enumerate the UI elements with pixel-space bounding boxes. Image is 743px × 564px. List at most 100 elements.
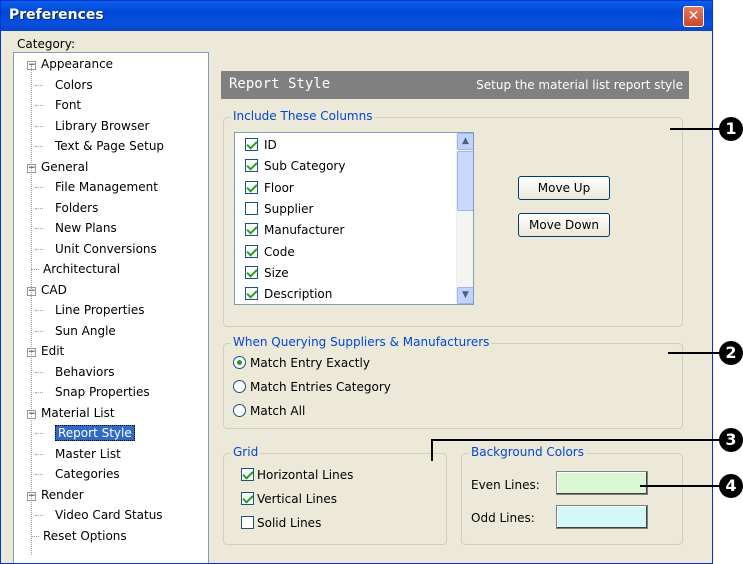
query-radio-option[interactable]: Match Entry Exactly <box>233 353 370 373</box>
callout-3-drop <box>431 439 433 461</box>
title-bar[interactable]: Preferences ✕ <box>1 1 712 31</box>
tree-item[interactable]: Folders <box>35 199 99 217</box>
tree-connector <box>35 515 43 516</box>
tree-item[interactable]: Library Browser <box>35 117 149 135</box>
scroll-thumb[interactable] <box>457 151 473 211</box>
close-icon[interactable]: ✕ <box>683 6 704 27</box>
radio-label: Match Entries Category <box>250 380 391 394</box>
column-checkbox[interactable] <box>245 138 258 151</box>
tree-item[interactable]: − Material List <box>27 404 115 422</box>
tree-connector <box>31 535 39 537</box>
tree-item[interactable]: Font <box>35 96 82 114</box>
tree-item[interactable]: Master List <box>35 445 121 463</box>
tree-item[interactable]: Text & Page Setup <box>35 137 164 155</box>
tree-item[interactable]: New Plans <box>35 219 117 237</box>
callout-4-line <box>640 485 720 487</box>
columns-listbox[interactable]: ID Sub Category Floor Supplier Manufacturer C… <box>234 132 474 305</box>
grid-checkbox[interactable] <box>241 492 254 505</box>
tree-item[interactable]: − CAD <box>27 281 67 299</box>
tree-item-label: Material List <box>41 405 115 420</box>
listbox-scrollbar[interactable]: ▲ ▼ <box>456 133 473 304</box>
tree-item-label: Sun Angle <box>55 323 116 338</box>
column-checkbox[interactable] <box>245 265 258 279</box>
column-list-item[interactable]: Manufacturer <box>245 220 344 240</box>
callout-2: 2 <box>719 341 743 365</box>
column-list-item[interactable]: Sub Category <box>245 156 345 176</box>
column-checkbox[interactable] <box>245 180 258 194</box>
background-colors-legend: Background Colors <box>469 445 586 459</box>
column-list-item[interactable]: Description <box>245 284 332 304</box>
column-label: Size <box>264 265 289 280</box>
tree-item[interactable]: Report Style <box>35 424 135 442</box>
tree-item-label: Behaviors <box>55 364 115 379</box>
column-list-item[interactable]: Size <box>245 263 289 283</box>
radio-label: Match All <box>250 404 306 418</box>
move-up-button[interactable]: Move Up <box>518 176 610 200</box>
background-colors-group <box>461 453 683 545</box>
grid-checkbox-option[interactable]: Horizontal Lines <box>241 465 353 485</box>
tree-item[interactable]: Snap Properties <box>35 383 150 401</box>
tree-item-label: Font <box>55 98 82 112</box>
query-radio-option[interactable]: Match Entries Category <box>233 377 391 397</box>
column-checkbox[interactable] <box>245 287 258 301</box>
column-list-item[interactable]: ID <box>245 135 277 155</box>
tree-item-label: Line Properties <box>55 303 145 317</box>
tree-item-label: Appearance <box>41 57 114 71</box>
tree-item[interactable]: − Render <box>27 486 84 504</box>
column-checkbox[interactable] <box>245 159 258 173</box>
column-checkbox[interactable] <box>245 223 258 237</box>
tree-item[interactable]: Sun Angle <box>35 322 116 340</box>
radio-label: Match Entry Exactly <box>250 356 370 370</box>
scroll-down-icon[interactable]: ▼ <box>457 287 473 304</box>
tree-item[interactable]: Categories <box>35 465 120 483</box>
tree-guide <box>31 65 32 555</box>
tree-item[interactable]: File Management <box>35 178 158 196</box>
radio-button[interactable] <box>233 380 246 393</box>
tree-item-label: Folders <box>55 200 99 215</box>
panel-header: Report Style Setup the material list rep… <box>221 71 689 99</box>
panel-subtitle: Setup the material list report style <box>476 78 683 92</box>
tree-item[interactable]: Colors <box>35 76 93 94</box>
move-down-button[interactable]: Move Down <box>518 213 610 237</box>
window-title: Preferences <box>9 7 104 23</box>
column-label: ID <box>264 138 277 152</box>
radio-button[interactable] <box>233 404 246 417</box>
column-list-item[interactable]: Supplier <box>245 199 313 219</box>
tree-connector <box>31 269 39 270</box>
even-lines-color-button[interactable] <box>556 471 648 495</box>
tree-item[interactable]: − Appearance <box>27 55 113 73</box>
tree-connector <box>35 371 43 373</box>
tree-item-label: Categories <box>55 467 120 481</box>
query-radio-option[interactable]: Match All <box>233 401 305 421</box>
odd-lines-color-button[interactable] <box>556 505 648 529</box>
tree-connector <box>35 146 43 147</box>
tree-item[interactable]: Reset Options <box>27 527 127 545</box>
column-checkbox[interactable] <box>245 244 258 258</box>
category-tree[interactable]: − Appearance Colors Font Library Browser Text… <box>13 52 209 563</box>
grid-checkbox[interactable] <box>241 516 254 529</box>
tree-item-label: General <box>41 159 89 174</box>
query-group-legend: When Querying Suppliers & Manufacturers <box>231 335 492 349</box>
column-list-item[interactable]: Floor <box>245 178 294 198</box>
tree-item-label: Edit <box>41 344 65 358</box>
scroll-up-icon[interactable]: ▲ <box>457 133 473 150</box>
tree-item[interactable]: Video Card Status <box>35 506 163 524</box>
grid-checkbox-option[interactable]: Vertical Lines <box>241 489 337 509</box>
tree-item-label: Master List <box>55 446 121 461</box>
grid-checkbox-option[interactable]: Solid Lines <box>241 513 321 533</box>
radio-button[interactable] <box>233 356 246 369</box>
tree-item[interactable]: − Edit <box>27 342 64 360</box>
grid-checkbox-label: Solid Lines <box>257 516 322 530</box>
tree-item-label: Architectural <box>43 262 121 276</box>
tree-item[interactable]: Architectural <box>27 260 120 278</box>
tree-item[interactable]: Unit Conversions <box>35 240 157 258</box>
tree-item[interactable]: Line Properties <box>35 301 145 319</box>
column-list-item[interactable]: Code <box>245 242 295 262</box>
tree-item[interactable]: Behaviors <box>35 363 115 381</box>
tree-connector <box>35 228 43 229</box>
column-label: Description <box>264 287 333 302</box>
tree-item[interactable]: − General <box>27 158 88 176</box>
columns-group-legend: Include These Columns <box>231 109 375 123</box>
column-checkbox[interactable] <box>245 201 258 215</box>
grid-checkbox[interactable] <box>241 468 254 481</box>
